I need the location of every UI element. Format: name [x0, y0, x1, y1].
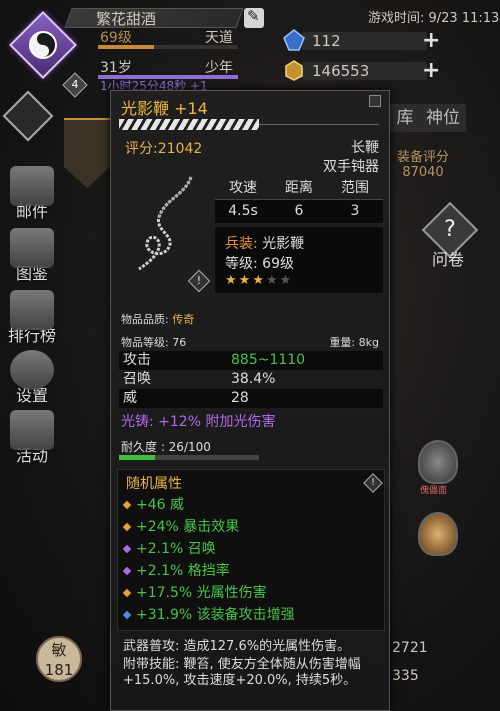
- nav-events[interactable]: 活动: [4, 410, 60, 466]
- mask-label: 傀儡面: [420, 486, 448, 496]
- random-attributes-box: 随机属性 ! +46 威 +24% 暴击效果 +2.1% 召唤 +2.1% 格挡…: [117, 469, 385, 631]
- close-icon[interactable]: [369, 95, 381, 107]
- attr-row: 攻击 885~1110: [119, 351, 383, 370]
- equipment-score: 装备评分 87040: [396, 150, 449, 180]
- item-level: 物品等级: 76: [121, 336, 187, 349]
- armor-icon[interactable]: [418, 512, 458, 556]
- mask-icon[interactable]: [418, 440, 458, 484]
- gear-icon: [10, 350, 54, 390]
- ranking-icon: [10, 290, 54, 330]
- tab-storage[interactable]: 库: [390, 104, 420, 132]
- weapon-name: 光影鞭: [262, 236, 305, 252]
- random-attr-item: +2.1% 格挡率: [122, 560, 230, 580]
- player-sect: 天道: [205, 30, 233, 46]
- stat-value-2: 335: [392, 668, 419, 684]
- weapon-info-box: 兵装: 光影鞭 等级: 69级 ★★★★★: [215, 227, 383, 293]
- exp-bar: [98, 45, 238, 49]
- weapon-spec-table: 攻速 距离 范围 4.5s 6 3: [215, 177, 383, 223]
- random-attr-item: +46 威: [122, 494, 184, 514]
- book-icon: [10, 228, 54, 268]
- player-name: 繁花甜酒: [96, 10, 157, 28]
- spec-header-area: 范围: [341, 180, 369, 196]
- weapon-level: 等级: 69级: [225, 256, 294, 272]
- survey-label: 问卷: [432, 250, 465, 269]
- stat-value-1: 2721: [392, 640, 428, 656]
- forge-bonus: 光铸: +12% 附加光伤害: [121, 414, 276, 430]
- random-attr-item: +2.1% 召唤: [122, 538, 216, 558]
- whip-icon: [138, 176, 193, 271]
- star-icon: ★: [225, 273, 239, 288]
- attribute-table: 攻击 885~1110 召唤 38.4% 威 28: [119, 351, 383, 408]
- item-quality: 物品品质: 传奇: [121, 313, 195, 326]
- spec-header-speed: 攻速: [229, 180, 257, 196]
- gem-count: 112: [312, 32, 341, 50]
- spec-value-range: 6: [294, 203, 304, 219]
- player-age: 31岁: [100, 60, 132, 76]
- durability-label: 耐久度 : 26/100: [121, 440, 211, 454]
- ore-count: 146553: [312, 62, 370, 80]
- gold-ore-icon: [285, 60, 303, 81]
- item-name: 光影鞭 +14: [121, 99, 208, 118]
- avatar-level-badge: 4: [62, 72, 88, 98]
- spec-value-speed: 4.5s: [228, 203, 258, 219]
- attr-row: 威 28: [119, 389, 383, 408]
- star-icon: ★: [252, 273, 266, 288]
- tab-god-seat[interactable]: 神位: [420, 104, 466, 132]
- item-score: 评分:21042: [125, 141, 203, 157]
- agility-stat[interactable]: 敏 181: [36, 636, 82, 682]
- nav-codex[interactable]: 图鉴: [4, 228, 60, 284]
- edit-name-icon[interactable]: [244, 7, 264, 28]
- spec-value-area: 3: [350, 203, 360, 219]
- guild-banner[interactable]: [64, 118, 110, 188]
- game-time: 游戏时间: 9/23 11:13: [368, 11, 500, 26]
- item-weight: 重量: 8kg: [329, 336, 379, 349]
- add-gems-button[interactable]: +: [422, 28, 440, 53]
- event-icon: [10, 410, 54, 450]
- divider: [259, 124, 379, 125]
- player-level: 69级: [100, 30, 132, 46]
- item-subtype: 双手钝器: [323, 159, 379, 175]
- yinyang-icon: [29, 31, 57, 59]
- resource-gems: 112 +: [282, 26, 442, 54]
- game-screen: 4 繁花甜酒 69级 天道 31岁 少年 1小时25分48秒 +1 游戏时间: …: [0, 0, 500, 711]
- star-icon: ★: [238, 273, 253, 288]
- add-ore-button[interactable]: +: [422, 58, 440, 83]
- star-empty-icon: ★: [279, 273, 294, 288]
- star-empty-icon: ★: [265, 273, 280, 288]
- menu-diamond-icon[interactable]: [2, 90, 54, 142]
- random-attr-item: +31.9% 该装备攻击增强: [122, 604, 295, 624]
- random-attr-item: +24% 暴击效果: [122, 516, 239, 536]
- weapon-info-icon[interactable]: !: [187, 269, 211, 293]
- blue-gem-icon: [283, 29, 305, 51]
- mail-icon: [10, 166, 54, 206]
- durability-bar: [119, 455, 259, 460]
- random-attr-item: +17.5% 光属性伤害: [122, 582, 267, 602]
- rarity-stripe: [119, 119, 259, 130]
- random-info-icon[interactable]: !: [363, 473, 383, 493]
- spec-header-range: 距离: [285, 180, 313, 196]
- star-rating: ★★★★★: [225, 273, 293, 288]
- weapon-key-label: 兵装:: [225, 236, 258, 252]
- random-attributes-title: 随机属性: [126, 476, 182, 492]
- player-age-stage: 少年: [205, 60, 233, 76]
- resource-ore: 146553 +: [282, 56, 442, 84]
- nav-ranking[interactable]: 排行榜: [4, 290, 60, 346]
- item-type: 长鞭: [351, 140, 379, 156]
- nav-settings[interactable]: 设置: [4, 350, 60, 406]
- item-tooltip: 光影鞭 +14 评分:21042 长鞭 双手钝器 ! 攻速 距离 范围 4.5s…: [110, 90, 390, 711]
- attr-row: 召唤 38.4%: [123, 371, 276, 387]
- item-description: 武器普攻: 造成127.6%的光属性伤害。 附带技能: 鞭笞, 使友方全体随从伤…: [123, 639, 361, 688]
- nav-mail[interactable]: 邮件: [4, 166, 60, 222]
